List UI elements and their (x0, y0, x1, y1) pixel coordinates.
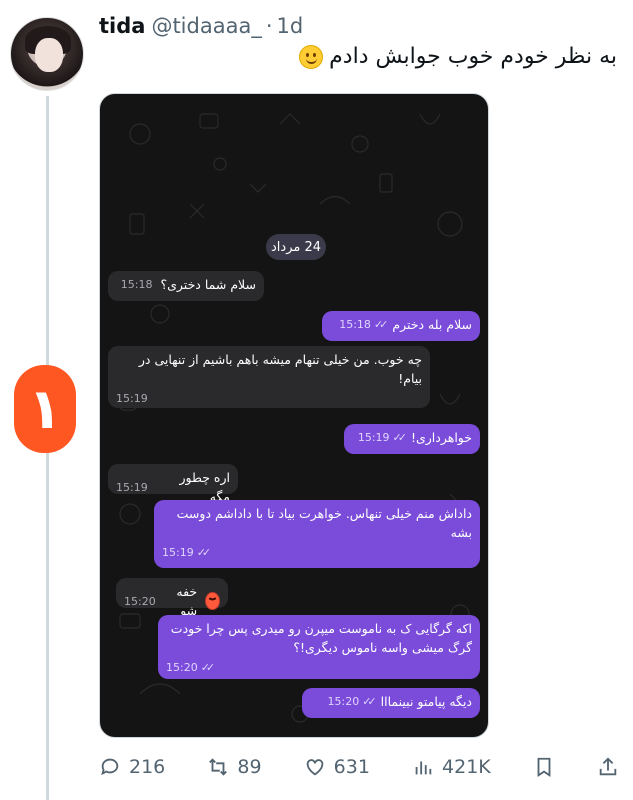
double-check-icon: ✓✓ (362, 695, 377, 708)
message-outgoing[interactable]: خواهرداری! 15:19 ✓✓ (344, 424, 480, 454)
message-text: دیگه پیامتو نبینمااا (380, 694, 472, 709)
message-text: اکه گرگایی ک به ناموست میپرن رو میدری پس… (170, 621, 472, 655)
message-text: داداش منم خیلی تنهاس. خواهرت بیاد تا با … (176, 506, 472, 540)
retweet-button[interactable]: 89 (207, 756, 262, 778)
reply-icon (101, 758, 119, 776)
message-incoming[interactable]: خفه شو 15:20 (116, 578, 228, 618)
double-check-icon: ✓✓ (196, 546, 212, 559)
message-outgoing[interactable]: اکه گرگایی ک به ناموست میپرن رو میدری پس… (158, 615, 480, 679)
message-time: 15:18 (120, 278, 153, 291)
message-text: سلام شما دختری؟ (160, 277, 256, 292)
message-time: 15:19 (162, 546, 194, 559)
double-check-icon: ✓✓ (200, 661, 216, 674)
message-meta: 15:19 ✓✓ (162, 543, 212, 562)
bookmark-button[interactable] (533, 756, 555, 778)
smile-emoji-icon (299, 44, 324, 69)
reply-count: 216 (129, 756, 166, 778)
retweet-icon (209, 758, 228, 776)
message-time: 15:20 (166, 661, 198, 674)
tweet-media-image[interactable]: 24 مرداد سلام شما دختری؟ 15:18 سلام بله … (99, 93, 489, 738)
message-outgoing[interactable]: دیگه پیامتو نبینمااا 15:20 ✓✓ (302, 688, 480, 718)
views-count: 421K (442, 756, 491, 778)
tweet-actions: 216 89 631 421K (99, 752, 619, 782)
reply-button[interactable]: 216 (99, 756, 165, 778)
message-time: 15:20 (327, 695, 360, 708)
message-incoming[interactable]: چه خوب. من خیلی تنهام میشه باهم باشیم از… (108, 346, 430, 408)
tweet-header: tida @tidaaaa_ · 1d (99, 14, 303, 44)
date-separator: 24 مرداد (266, 234, 326, 260)
message-time: 15:18 (339, 318, 371, 331)
like-icon (306, 759, 323, 776)
message-meta: 15:19 ✓✓ (357, 428, 408, 447)
message-meta: 15:20 ✓✓ (327, 692, 377, 711)
separator-dot: · (265, 14, 273, 38)
like-count: 631 (333, 756, 370, 778)
message-time: 15:19 (357, 431, 390, 444)
message-time: 15:19 (116, 480, 148, 494)
angry-emoji-icon (205, 592, 220, 610)
message-time: 15:19 (116, 392, 148, 405)
message-incoming[interactable]: اره چطور مگه 15:19 (108, 464, 238, 504)
number-badge: ۱ (14, 365, 76, 453)
tweet-text: به نظر خودم خوب جوابش دادم (299, 44, 617, 69)
author-name[interactable]: tida (99, 14, 145, 38)
views-button[interactable]: 421K (412, 756, 491, 778)
share-icon (599, 757, 617, 776)
message-time: 15:20 (124, 594, 156, 608)
share-button[interactable] (597, 756, 619, 778)
message-outgoing[interactable]: داداش منم خیلی تنهاس. خواهرت بیاد تا با … (154, 500, 480, 568)
message-meta: 15:18 ✓✓ (339, 315, 389, 334)
message-incoming[interactable]: سلام شما دختری؟ 15:18 (108, 271, 264, 301)
message-text: سلام بله دخترم (392, 317, 472, 332)
author-handle[interactable]: @tidaaaa_ (151, 14, 261, 38)
double-check-icon: ✓✓ (373, 318, 389, 331)
message-text: چه خوب. من خیلی تنهام میشه باهم باشیم از… (138, 352, 422, 386)
message-outgoing[interactable]: سلام بله دخترم 15:18 ✓✓ (322, 311, 480, 341)
tweet-body: به نظر خودم خوب جوابش دادم (329, 44, 617, 69)
message-meta: 15:20 ✓✓ (166, 658, 216, 677)
retweet-count: 89 (237, 756, 262, 778)
avatar[interactable] (10, 17, 84, 91)
avatar-face (35, 38, 63, 72)
like-button[interactable]: 631 (304, 756, 370, 778)
double-check-icon: ✓✓ (392, 431, 408, 444)
views-icon (415, 761, 432, 775)
tweet-time[interactable]: 1d (277, 14, 304, 38)
bookmark-icon (537, 757, 551, 777)
message-text: خواهرداری! (410, 430, 472, 445)
